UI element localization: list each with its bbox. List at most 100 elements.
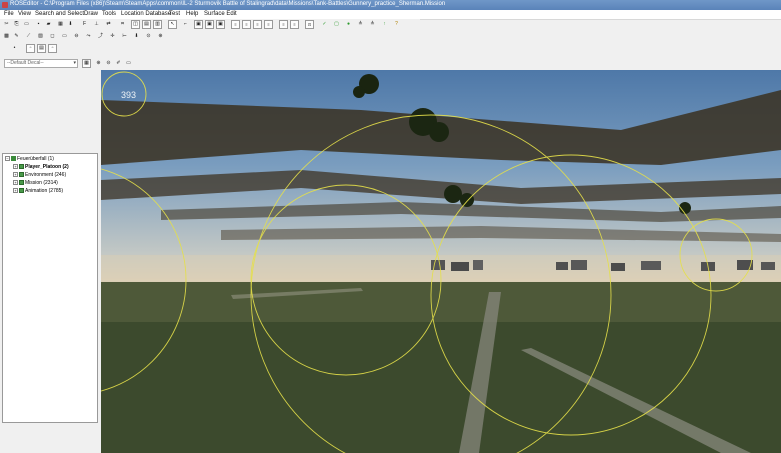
layout-1-icon[interactable]: ◫ [131,20,140,29]
object-3-icon[interactable]: ▣ [216,20,225,29]
building [611,263,625,271]
font-icon[interactable]: F [80,20,89,29]
up-arrow-icon[interactable]: ↑ [380,20,389,29]
decal-2-icon[interactable]: ▤ [37,44,46,53]
tree [460,193,474,207]
link-2-icon[interactable]: ⊖ [72,32,81,41]
folder-icon [19,188,24,194]
align-2-icon[interactable]: ≜ [368,20,377,29]
hud-readout: 393 [121,90,137,100]
star-icon[interactable]: • [10,44,19,53]
expand-icon[interactable]: + [13,172,18,178]
menu-help[interactable]: Help [186,11,198,17]
cross-icon[interactable]: ✛ [108,32,117,41]
pointer-icon[interactable]: ↖ [168,20,177,29]
menu-surface-edit[interactable]: Surface Edit [204,11,237,17]
grid-icon[interactable]: ⌗ [118,20,127,29]
tool-c-icon[interactable]: ≡ [253,20,262,29]
window-title: ROSEditor - C:\Program Files (x86)\Steam… [10,1,446,7]
camera-icon[interactable]: ⊙ [144,32,153,41]
layout-3-icon[interactable]: ▥ [153,20,162,29]
tree-root[interactable]: − Feuerüberfall (1) [5,156,54,163]
decal-tool-3-icon[interactable]: ✐ [114,59,123,68]
node-icon[interactable]: ⊕ [156,32,165,41]
status-area [2,427,98,451]
folder-icon [19,180,24,186]
pen-icon[interactable]: ✎ [12,32,21,41]
decal-1-icon[interactable]: ▫ [26,44,35,53]
tree [353,86,365,98]
download-icon[interactable]: ⬇ [66,20,75,29]
paste-icon[interactable]: ▭ [22,20,31,29]
checker-icon[interactable]: ▩ [2,32,11,41]
tool-e-icon[interactable]: ≡ [279,20,288,29]
tree-item[interactable]: + Mission (2314) [13,180,58,187]
copy-icon[interactable]: ⎘ [12,20,21,29]
line-icon[interactable]: ⟋ [24,32,33,41]
frame-icon[interactable]: ◻ [48,32,57,41]
tree-item-label: Player_Platoon (2) [25,164,69,170]
menu-search-and-select[interactable]: Search and Select [35,11,84,17]
tree-item-label: Mission (2314) [25,180,58,186]
app-icon [2,2,8,8]
path-icon[interactable]: ⤴ [96,32,105,41]
tree-item[interactable]: + Animation (2785) [13,188,63,195]
building [556,262,568,270]
terrain-band-2 [101,170,781,204]
scene-render [101,71,781,453]
lock-icon[interactable]: ⊡ [305,20,314,29]
object-1-icon[interactable]: ▣ [194,20,203,29]
3d-viewport[interactable]: 393 [101,70,781,453]
expand-icon[interactable]: + [13,188,18,194]
tree-item[interactable]: + Player_Platoon (2) [13,164,69,171]
shape-icon[interactable]: ▭ [60,32,69,41]
decal-select[interactable]: --Default Decal-- ▾ [4,59,78,68]
folder-icon [19,172,24,178]
group-icon [11,156,16,162]
dot-icon[interactable]: ● [344,20,353,29]
expand-icon[interactable]: + [13,180,18,186]
menu-test[interactable]: Test [169,11,180,17]
decal-tool-2-icon[interactable]: ⊝ [104,59,113,68]
cut-icon[interactable]: ✂ [2,20,11,29]
help-icon[interactable]: ? [392,20,401,29]
object-2-icon[interactable]: ▣ [205,20,214,29]
building [451,262,469,271]
title-bar: ROSEditor - C:\Program Files (x86)\Steam… [0,0,781,10]
decal-select-value: --Default Decal-- [7,60,44,66]
menu-file[interactable]: File [4,11,14,17]
align-1-icon[interactable]: ≜ [356,20,365,29]
tool-b-icon[interactable]: ≡ [242,20,251,29]
tool-f-icon[interactable]: ≡ [290,20,299,29]
save-icon[interactable]: ▦ [56,20,65,29]
decal-apply-icon[interactable]: ▦ [82,59,91,68]
layout-2-icon[interactable]: ▤ [142,20,151,29]
tool-d-icon[interactable]: ≡ [264,20,273,29]
collapse-icon[interactable]: − [5,156,10,162]
menu-tools[interactable]: Tools [102,11,116,17]
new-icon[interactable]: ▪ [34,20,43,29]
tool-a-icon[interactable]: ≡ [231,20,240,29]
ruler-icon[interactable]: ⌐ [181,20,190,29]
check-icon[interactable]: ✓ [320,20,329,29]
decal-tool-4-icon[interactable]: ▭ [124,59,133,68]
align-3-icon[interactable]: ⊢ [120,32,129,41]
drop-icon[interactable]: ⬇ [132,32,141,41]
expand-icon[interactable]: + [13,164,18,170]
decal-tool-1-icon[interactable]: ⊕ [94,59,103,68]
terrain-icon[interactable]: ⊥ [92,20,101,29]
link-icon[interactable]: ⇄ [104,20,113,29]
curve-icon[interactable]: ⤳ [84,32,93,41]
paint-icon[interactable]: ▧ [36,32,45,41]
building [641,261,661,270]
menu-view[interactable]: View [18,11,31,17]
tree-item[interactable]: + Environment (246) [13,172,66,179]
open-icon[interactable]: ▰ [44,20,53,29]
tree-item-label: Environment (246) [25,172,67,178]
menu-draw[interactable]: Draw [84,11,98,17]
mission-tree[interactable]: − Feuerüberfall (1) + Player_Platoon (2) +… [2,153,98,423]
decal-3-icon[interactable]: ▫ [48,44,57,53]
menu-location-database[interactable]: Location Database [121,11,171,17]
tertiary-toolbar: • ▫ ▤ ▫ [0,43,200,56]
square-icon[interactable]: ▢ [332,20,341,29]
